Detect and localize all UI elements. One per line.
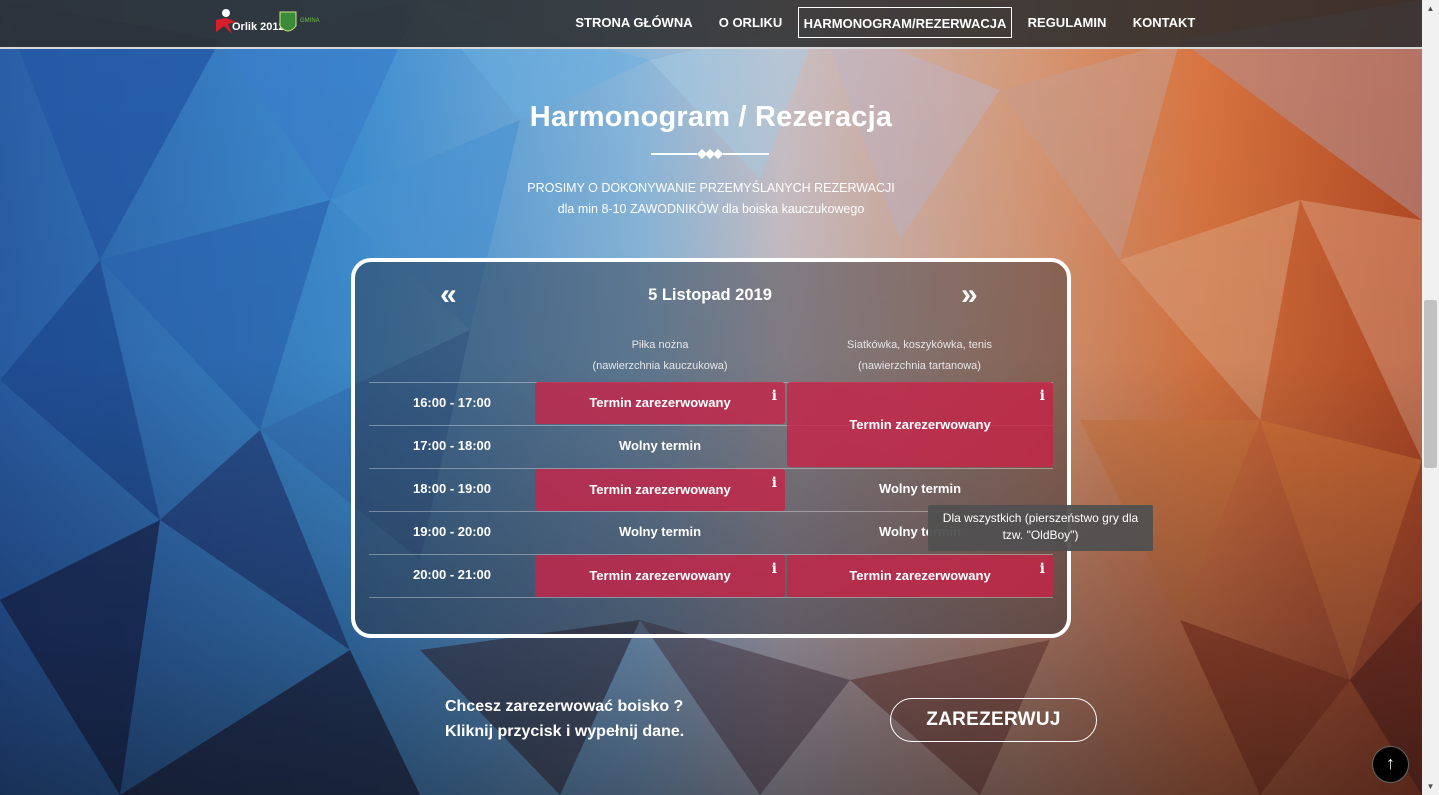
column-header-volleyball: Siatkówka, koszykówka, tenis (nawierzchn… [787,335,1052,377]
tooltip-line: tzw. "OldBoy") [1002,528,1079,542]
slot-volleyball-20-reserved[interactable]: Termin zarezerwowany i [787,555,1053,597]
scroll-up-arrow-icon[interactable]: ▲ [1422,0,1439,17]
page-title: Harmonogram / Rezeracja [529,101,893,133]
slot-status: Wolny termin [618,524,702,539]
slot-status: Wolny termin [878,481,962,496]
slot-football-17-free[interactable]: Wolny termin [535,425,785,467]
info-icon[interactable]: i [1040,389,1045,403]
info-icon[interactable]: i [772,389,777,403]
column-name: Piłka nożna [631,339,689,351]
cta-line-2: Kliknij przycisk i wypełnij dane. [445,723,685,740]
prev-day-icon[interactable]: « [440,280,457,310]
column-surface: (nawierzchnia tartanowa) [858,360,981,372]
logo[interactable]: Orlik 2012 GMINA [212,8,332,38]
info-icon[interactable]: i [772,476,777,490]
subtitle-line-2: dla min 8-10 ZAWODNIKÓW dla boiska kaucz… [557,202,865,216]
cta-line-1: Chcesz zarezerwować boisko ? [445,698,684,715]
slot-football-20-reserved[interactable]: Termin zarezerwowany i [535,555,785,597]
slot-football-16-reserved[interactable]: Termin zarezerwowany i [535,382,785,424]
nav-about[interactable]: O ORLIKU [712,7,789,38]
nav-contact[interactable]: KONTAKT [1125,7,1203,38]
column-name: Siatkówka, koszykówka, tenis [847,339,992,351]
schedule-date: 5 Listopad 2019 [648,286,772,304]
row-divider [369,597,1053,598]
reserve-button[interactable]: ZAREZERWUJ [890,698,1097,742]
tooltip-line: Dla wszystkich (pierszeństwo gry dla [942,511,1139,525]
logo-text: Orlik 2012 [232,21,285,33]
time-slot: 20:00 - 21:00 [412,567,492,582]
subtitle-line-1: PROSIMY O DOKONYWANIE PRZEMYŚLANYCH REZE… [527,181,895,195]
time-slot: 18:00 - 19:00 [412,481,492,496]
slot-status: Termin zarezerwowany [849,568,991,583]
next-day-icon[interactable]: » [961,280,978,310]
time-slot: 16:00 - 17:00 [412,395,492,410]
scrollbar-thumb[interactable] [1424,300,1437,468]
slot-status: Termin zarezerwowany [589,482,731,497]
slot-status: Termin zarezerwowany [849,417,991,432]
column-header-football: Piłka nożna (nawierzchnia kauczukowa) [535,335,785,377]
time-slot: 17:00 - 18:00 [412,438,492,453]
slot-football-19-free[interactable]: Wolny termin [535,511,785,553]
slot-volleyball-16-18-reserved[interactable]: Termin zarezerwowany i [787,382,1053,467]
title-divider [651,147,769,161]
crest-text: GMINA [300,18,320,24]
nav-home[interactable]: STRONA GŁÓWNA [569,7,699,38]
navbar: Orlik 2012 GMINA STRONA GŁÓWNA O ORLIKU … [0,0,1422,49]
nav-rules[interactable]: REGULAMIN [1022,7,1112,38]
time-slot: 19:00 - 20:00 [412,524,492,539]
info-icon[interactable]: i [772,562,777,576]
info-icon[interactable]: i [1040,562,1045,576]
slot-status: Wolny termin [618,438,702,453]
slot-volleyball-18-free[interactable]: Wolny termin [787,468,1053,510]
nav-schedule[interactable]: HARMONOGRAM/REZERWACJA [798,7,1012,38]
slot-status: Termin zarezerwowany [589,568,731,583]
slot-football-18-reserved[interactable]: Termin zarezerwowany i [535,469,785,511]
slot-tooltip: Dla wszystkich (pierszeństwo gry dla tzw… [928,505,1153,551]
slot-status: Termin zarezerwowany [589,395,731,410]
scroll-to-top-icon[interactable]: ↑ [1372,746,1409,783]
scroll-down-arrow-icon[interactable]: ▼ [1422,778,1439,795]
column-surface: (nawierzchnia kauczukowa) [592,360,728,372]
